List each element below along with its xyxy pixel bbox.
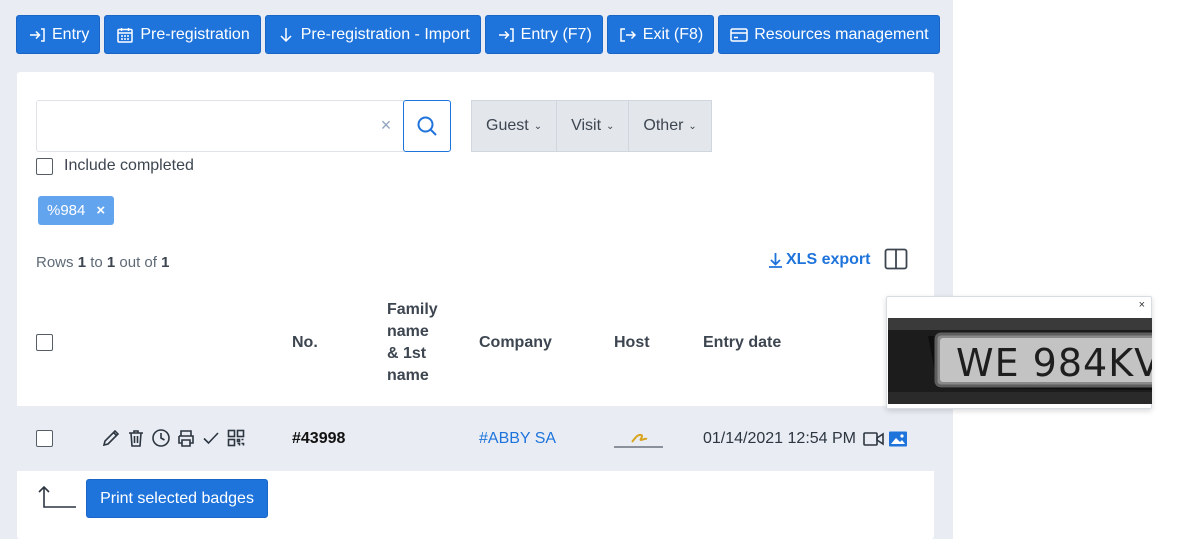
visitor-list-page: Entry Pre-registration Pre-registration … [0,0,1200,539]
visit-filter-label: Visit [571,117,602,134]
checkmark-icon[interactable] [201,428,221,448]
login-arrow-icon [498,27,514,42]
guest-filter-dropdown[interactable]: Guest ⌄ [471,100,558,152]
search-input[interactable] [36,100,404,152]
search-button[interactable] [403,100,451,152]
qr-code-icon[interactable] [226,428,246,448]
column-header-name-line: name [387,323,429,340]
column-header-no[interactable]: No. [292,332,318,354]
guest-filter-label: Guest [486,117,529,134]
pre-registration-import-button[interactable]: Pre-registration - Import [264,15,481,54]
chevron-down-icon: ⌄ [688,120,697,132]
entry-f7-button[interactable]: Entry (F7) [484,15,603,54]
column-header-name[interactable]: Family name & 1st name [387,299,438,387]
column-header-entry-date[interactable]: Entry date [703,332,781,354]
include-completed-checkbox[interactable] [36,157,53,175]
include-completed-option: Include completed [36,157,194,175]
rows-info-out-of-word: out of [119,254,157,271]
card-icon [730,27,748,42]
visit-filter-dropdown[interactable]: Visit ⌄ [556,100,630,152]
column-header-host[interactable]: Host [614,332,650,354]
rows-info-to: 1 [106,254,116,271]
row-actions [101,428,246,448]
exit-f8-button[interactable]: Exit (F8) [606,15,715,54]
pre-registration-button-label: Pre-registration [140,25,250,43]
remove-tag-icon[interactable]: × [96,202,105,219]
close-popup-icon[interactable]: × [1139,299,1145,311]
column-header-name-line: name [387,367,429,384]
license-plate-photo: WE 984KV [888,318,1152,404]
exit-f8-button-label: Exit (F8) [642,25,704,43]
search-tag-label: %984 [47,202,86,219]
column-header-company[interactable]: Company [479,332,552,354]
search-tag: %984 × [38,196,115,225]
other-filter-dropdown[interactable]: Other ⌄ [628,100,712,152]
rows-info: Rows 1 to 1 out of 1 [36,254,169,271]
xls-export-link[interactable]: XLS export [768,251,870,269]
trash-icon[interactable] [126,428,146,448]
license-plate-text: WE 984KV [956,341,1152,385]
video-camera-icon[interactable] [863,430,885,448]
arrow-down-icon [280,27,292,42]
rows-info-prefix: Rows [36,254,74,271]
resources-management-button-label: Resources management [754,25,929,43]
xls-export-label: XLS export [786,251,871,268]
filter-group: Guest ⌄ Visit ⌄ Other ⌄ [471,100,712,152]
clear-search-icon[interactable]: × [378,116,394,134]
download-icon [769,253,782,268]
include-completed-label: Include completed [64,157,194,174]
login-arrow-icon [30,27,45,42]
row-number: #43998 [292,430,346,447]
entry-button-label: Entry [52,25,90,43]
action-toolbar: Entry Pre-registration Pre-registration … [16,15,940,54]
entry-f7-button-label: Entry (F7) [520,25,592,43]
chevron-down-icon: ⌄ [533,120,543,132]
edit-pencil-icon[interactable] [101,428,121,448]
columns-toggle-icon[interactable] [884,248,908,270]
column-header-name-line: Family [387,301,438,318]
rows-info-to-word: to [90,254,103,271]
select-all-checkbox[interactable] [36,334,53,351]
rows-info-from: 1 [77,254,87,271]
row-checkbox[interactable] [36,430,53,447]
host-signature [614,427,663,449]
calendar-icon [117,27,134,43]
column-header-name-line: & 1st [387,345,427,362]
printer-icon[interactable] [176,428,196,448]
entry-button[interactable]: Entry [16,15,101,54]
resources-management-button[interactable]: Resources management [718,15,940,54]
pre-registration-import-button-label: Pre-registration - Import [300,25,470,43]
chevron-down-icon: ⌄ [606,120,615,132]
company-link[interactable]: #ABBY SA [479,430,556,448]
clock-icon[interactable] [151,428,171,448]
other-filter-label: Other [643,117,684,134]
license-plate-photo-popup: × WE 984KV [886,296,1152,409]
logout-arrow-icon [620,27,636,42]
print-selected-badges-button[interactable]: Print selected badges [86,479,268,518]
entry-date: 01/14/2021 12:54 PM [703,430,857,447]
select-arrow-icon [37,484,77,508]
image-icon[interactable] [888,430,908,448]
search-icon [417,116,437,136]
pre-registration-button[interactable]: Pre-registration [104,15,261,54]
rows-info-total: 1 [161,254,170,271]
